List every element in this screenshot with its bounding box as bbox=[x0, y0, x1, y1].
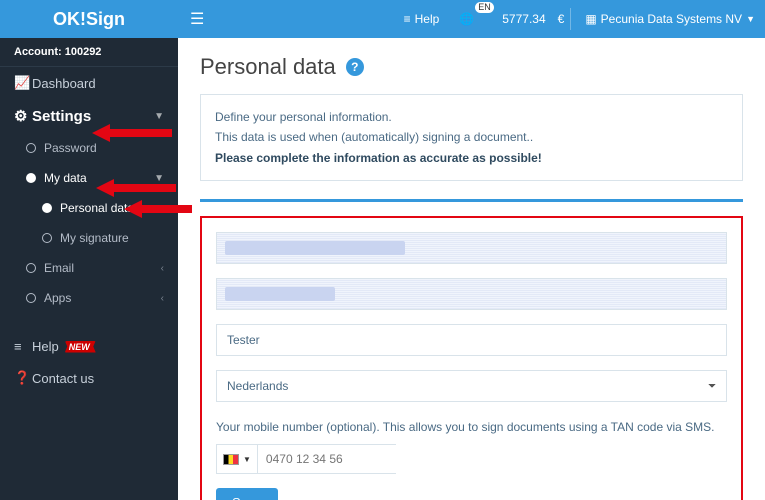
info-box: Define your personal information. This d… bbox=[200, 94, 743, 181]
mobile-hint: Your mobile number (optional). This allo… bbox=[216, 420, 727, 434]
chevron-down-icon: ▼ bbox=[154, 173, 164, 184]
sidebar-item-dashboard[interactable]: 📈Dashboard bbox=[0, 67, 178, 99]
sidebar-item-password[interactable]: Password bbox=[0, 133, 178, 163]
name-input[interactable] bbox=[216, 324, 727, 356]
topbar-help[interactable]: ≡Help bbox=[394, 0, 450, 38]
globe-icon: 🌐 bbox=[459, 12, 474, 26]
topbar-wallet[interactable]: 5777.34 bbox=[492, 0, 555, 38]
gear-icon: ⚙ bbox=[14, 107, 32, 125]
redacted-field-1[interactable] bbox=[216, 232, 727, 264]
sidebar-item-contact[interactable]: ❓Contact us bbox=[0, 362, 178, 394]
sidebar-item-email[interactable]: Email‹ bbox=[0, 253, 178, 283]
lang-badge: EN bbox=[475, 2, 494, 13]
app-logo: OK!Sign bbox=[0, 9, 178, 30]
section-divider bbox=[200, 199, 743, 202]
info-line-strong: Please complete the information as accur… bbox=[215, 148, 728, 168]
dashboard-icon: 📈 bbox=[14, 75, 32, 91]
page-help-icon[interactable]: ? bbox=[346, 58, 364, 76]
wallet-currency: € bbox=[556, 0, 567, 38]
chevron-left-icon: ‹ bbox=[161, 263, 164, 274]
language-select[interactable]: Nederlands bbox=[216, 370, 727, 402]
sidebar-item-personaldata[interactable]: Personal data bbox=[0, 193, 178, 223]
account-label: Account: 100292 bbox=[0, 38, 178, 67]
chevron-down-icon: ▼ bbox=[746, 14, 755, 24]
topbar-separator bbox=[570, 8, 571, 30]
chevron-down-icon: ▼ bbox=[243, 455, 251, 464]
building-icon: ▦ bbox=[585, 12, 596, 26]
country-flag-button[interactable]: ▼ bbox=[217, 445, 258, 473]
sidebar-item-settings[interactable]: ⚙Settings▼ bbox=[0, 99, 178, 133]
sidebar-item-mysignature[interactable]: My signature bbox=[0, 223, 178, 253]
sidebar: Account: 100292 📈Dashboard ⚙Settings▼ Pa… bbox=[0, 38, 178, 500]
chevron-left-icon: ‹ bbox=[161, 293, 164, 304]
form-highlight-box: Nederlands Your mobile number (optional)… bbox=[200, 216, 743, 500]
sidebar-item-mydata[interactable]: My data▼ bbox=[0, 163, 178, 193]
new-badge: NEW bbox=[65, 341, 96, 353]
phone-input[interactable] bbox=[258, 445, 429, 473]
question-icon: ❓ bbox=[14, 370, 32, 386]
save-button[interactable]: Save bbox=[216, 488, 278, 500]
help-icon: ≡ bbox=[14, 339, 32, 354]
info-line: This data is used when (automatically) s… bbox=[215, 127, 728, 147]
sidebar-item-apps[interactable]: Apps‹ bbox=[0, 283, 178, 313]
topbar: OK!Sign ☰ ≡Help 🌐EN 5777.34 € ▦Pecunia D… bbox=[0, 0, 765, 38]
page-title: Personal data? bbox=[200, 54, 743, 80]
redacted-field-2[interactable] bbox=[216, 278, 727, 310]
topbar-language[interactable]: 🌐EN bbox=[449, 0, 492, 38]
menu-toggle-icon[interactable]: ☰ bbox=[178, 9, 216, 29]
phone-input-group: ▼ bbox=[216, 444, 396, 474]
flag-be-icon bbox=[223, 454, 239, 465]
sidebar-item-help[interactable]: ≡HelpNEW bbox=[0, 331, 178, 362]
info-line: Define your personal information. bbox=[215, 107, 728, 127]
topbar-org[interactable]: ▦Pecunia Data Systems NV▼ bbox=[575, 0, 765, 38]
chevron-down-icon: ▼ bbox=[154, 111, 164, 122]
help-icon: ≡ bbox=[404, 12, 411, 26]
main-content: Personal data? Define your personal info… bbox=[178, 38, 765, 500]
